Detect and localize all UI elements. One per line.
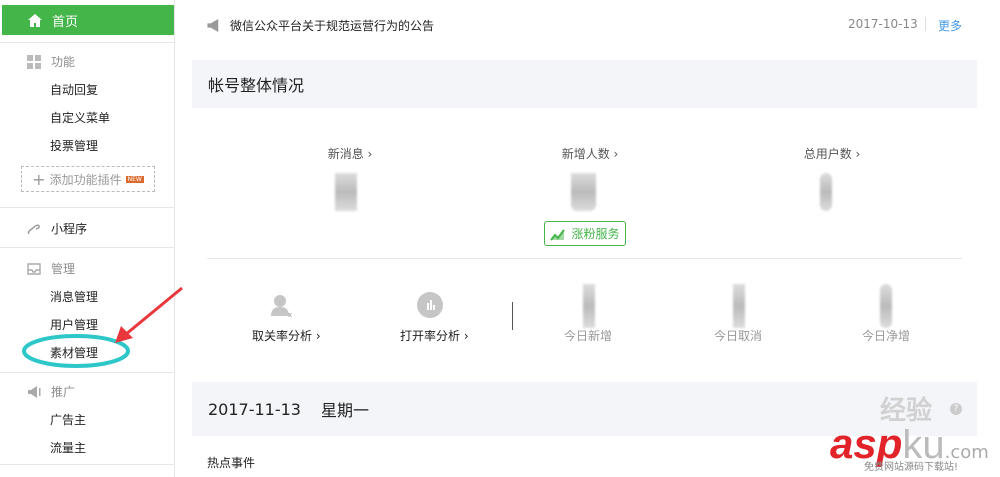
home-icon <box>28 13 42 27</box>
divider <box>925 17 926 31</box>
stat-label: 新消息 › <box>327 147 373 161</box>
sidebar-item-advertiser[interactable]: 广告主 <box>50 411 86 428</box>
help-icon[interactable]: ? <box>950 403 962 415</box>
more-link[interactable]: 更多 <box>938 17 962 34</box>
notice-link[interactable]: 微信公众平台关于规范运营行为的公告 <box>207 17 434 34</box>
sidebar-item-home[interactable]: 首页 <box>2 5 174 35</box>
notice-text: 微信公众平台关于规范运营行为的公告 <box>230 19 435 33</box>
divider <box>207 258 962 259</box>
sidebar-item-users[interactable]: 用户管理 <box>50 316 98 333</box>
plus-icon: + <box>32 169 46 189</box>
blurred-value <box>335 173 357 211</box>
section-title: 功能 <box>51 55 76 69</box>
section-function: 功能 <box>26 53 75 70</box>
blurred-value <box>880 284 892 328</box>
blurred-value <box>820 173 832 211</box>
blurred-value <box>571 173 596 211</box>
grow-followers-button[interactable]: 涨粉服务 <box>544 221 626 246</box>
divider <box>512 302 513 330</box>
daily-date: 2017-11-13 <box>208 399 301 419</box>
stat-new-messages[interactable]: 新消息 › <box>300 145 400 162</box>
section-title: 小程序 <box>51 222 88 236</box>
today-net-label: 今日净增 <box>862 329 911 343</box>
megaphone-icon <box>207 19 219 32</box>
megaphone-icon <box>28 385 41 398</box>
today-cancel-label: 今日取消 <box>714 329 763 343</box>
daily-header: 2017-11-13 星期一 <box>192 382 977 436</box>
add-plugin-button[interactable]: + 添加功能插件 NEW <box>21 166 155 192</box>
svg-text:x: x <box>288 311 292 318</box>
notice-date: 2017-10-13 <box>848 17 918 31</box>
sidebar-item-materials[interactable]: 素材管理 <box>50 344 98 361</box>
sidebar-item-label: 首页 <box>52 14 79 30</box>
unfollow-user-icon: x <box>268 292 294 319</box>
watermark-slogan: 免费网站源码下载站! <box>864 462 959 473</box>
blurred-value <box>733 284 745 328</box>
section-manage: 管理 <box>26 260 75 277</box>
sidebar-item-messages[interactable]: 消息管理 <box>50 288 98 305</box>
new-badge: NEW <box>125 175 144 183</box>
growth-chart-icon <box>550 228 566 241</box>
daily-weekday: 星期一 <box>320 401 369 420</box>
sidebar-item-publisher[interactable]: 流量主 <box>50 439 86 456</box>
unfollow-rate-analysis-link[interactable]: 取关率分析 › <box>252 327 321 344</box>
sidebar-item-custom-menu[interactable]: 自定义菜单 <box>50 109 110 126</box>
add-plugin-label: 添加功能插件 <box>49 172 122 187</box>
watermark-com: .com <box>944 442 989 463</box>
open-rate-analysis-link[interactable]: 打开率分析 › <box>400 327 469 344</box>
stat-label: 总用户数 › <box>803 147 861 161</box>
account-overview-header: 帐号整体情况 <box>192 60 977 108</box>
section-title: 推广 <box>51 385 76 399</box>
stat-new-followers[interactable]: 新增人数 › <box>540 145 640 162</box>
grid-icon <box>27 54 41 69</box>
sidebar: 首页 功能 自动回复 自定义菜单 投票管理 + 添加功能插件 NEW 小程序 管理 … <box>0 0 175 477</box>
section-promote: 推广 <box>26 383 75 400</box>
sidebar-item-vote[interactable]: 投票管理 <box>50 137 98 154</box>
hot-events-label: 热点事件 <box>207 456 256 470</box>
blurred-value <box>583 284 595 328</box>
sidebar-item-auto-reply[interactable]: 自动回复 <box>50 81 98 98</box>
section-title: 管理 <box>51 262 76 276</box>
stat-label: 新增人数 › <box>561 147 619 161</box>
panel-title: 帐号整体情况 <box>208 76 305 95</box>
miniprogram-icon <box>27 223 40 234</box>
sidebar-item-miniprogram[interactable]: 小程序 <box>26 220 87 237</box>
bar-chart-icon <box>417 292 443 318</box>
stat-total-users[interactable]: 总用户数 › <box>782 145 882 162</box>
today-new-label: 今日新增 <box>564 329 613 343</box>
inbox-icon <box>27 262 41 275</box>
button-label: 涨粉服务 <box>571 227 620 241</box>
